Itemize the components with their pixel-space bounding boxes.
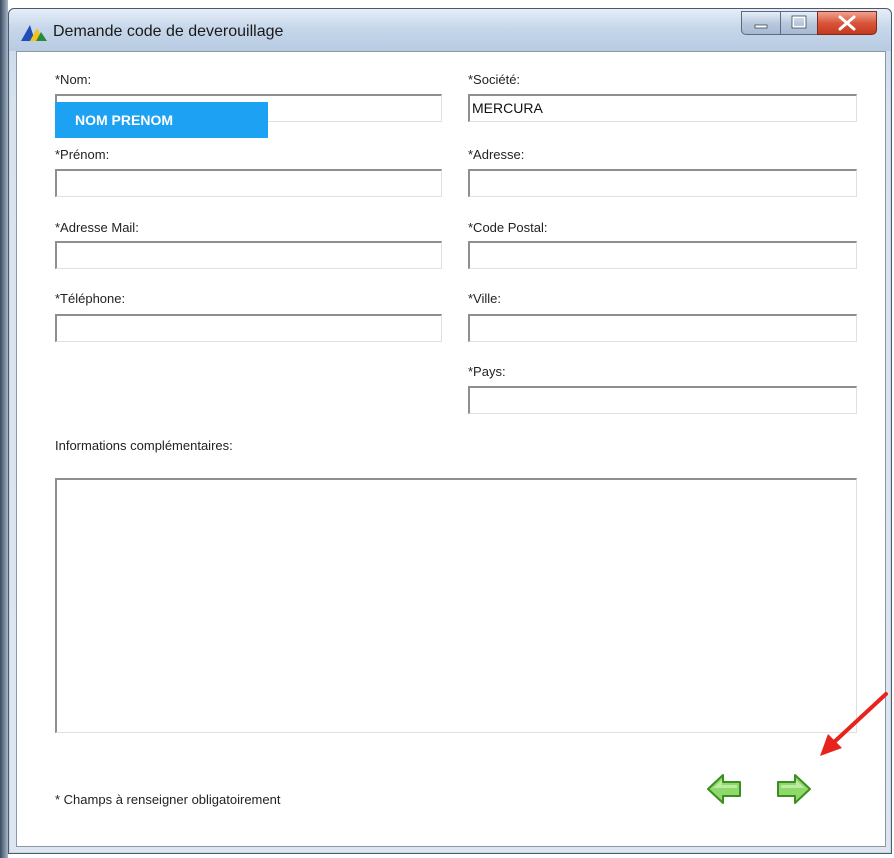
adresse-label: *Adresse: (468, 147, 525, 162)
adresse-input[interactable] (468, 169, 857, 197)
app-icon (21, 25, 47, 41)
maximize-icon (791, 15, 807, 29)
telephone-input[interactable] (55, 314, 442, 342)
mail-input[interactable] (55, 241, 442, 269)
next-button[interactable] (773, 769, 813, 809)
prenom-label: *Prénom: (55, 147, 110, 162)
background-strip (0, 0, 8, 858)
required-note: * Champs à renseigner obligatoirement (55, 792, 281, 807)
annotation-arrow-icon (820, 692, 888, 756)
window-title: Demande code de deverouillage (53, 23, 284, 40)
close-icon (838, 15, 856, 31)
minimize-button[interactable] (741, 11, 781, 35)
back-button[interactable] (705, 769, 745, 809)
pays-label: *Pays: (468, 364, 506, 379)
arrow-right-icon (777, 774, 811, 804)
mail-label: *Adresse Mail: (55, 220, 139, 235)
infos-textarea[interactable] (55, 478, 857, 733)
ville-input[interactable] (468, 314, 857, 342)
pays-input[interactable] (468, 386, 857, 414)
minimize-icon (754, 24, 768, 29)
dialog-window: Demande code de deverouillage *Nom: NOM … (8, 8, 892, 854)
ville-label: *Ville: (468, 291, 502, 306)
close-button[interactable] (817, 11, 877, 35)
infos-label: Informations complémentaires: (55, 438, 233, 453)
nom-label: *Nom: (55, 72, 92, 87)
nom-overlay-label: NOM PRENOM (55, 102, 268, 138)
telephone-label: *Téléphone: (55, 291, 126, 306)
code-postal-input[interactable] (468, 241, 857, 269)
societe-label: *Société: (468, 72, 521, 87)
arrow-left-icon (707, 774, 741, 804)
prenom-input[interactable] (55, 169, 442, 197)
societe-input[interactable]: MERCURA (468, 94, 857, 122)
maximize-button[interactable] (780, 11, 818, 35)
title-bar[interactable]: Demande code de deverouillage (9, 9, 891, 51)
form-area: *Nom: NOM PRENOM *Prénom: *Adresse Mail:… (16, 51, 886, 847)
code-postal-label: *Code Postal: (468, 220, 548, 235)
